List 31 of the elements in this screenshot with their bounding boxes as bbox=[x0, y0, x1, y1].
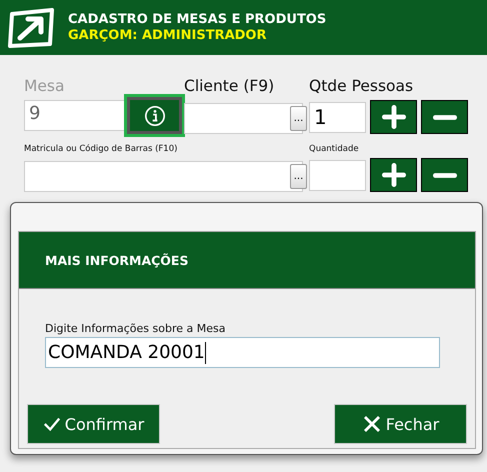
field-label: Cliente (F9) bbox=[184, 77, 276, 97]
minus-icon bbox=[432, 172, 456, 178]
plus-button[interactable] bbox=[370, 100, 417, 134]
minus-button[interactable] bbox=[421, 158, 468, 192]
plus-icon bbox=[382, 105, 406, 129]
confirm-button[interactable]: Confirmar bbox=[27, 404, 160, 444]
page-title: CADASTRO DE MESAS E PRODUTOS bbox=[68, 12, 326, 27]
input-field[interactable]: 1 bbox=[309, 102, 366, 132]
field-label: Quantidade bbox=[309, 143, 360, 156]
close-button[interactable]: Fechar bbox=[334, 404, 467, 444]
browse-button[interactable]: ... bbox=[290, 106, 307, 131]
minus-button[interactable] bbox=[421, 100, 468, 134]
input-field[interactable] bbox=[309, 160, 366, 190]
minus-icon bbox=[432, 114, 456, 120]
browse-button[interactable]: ... bbox=[290, 164, 307, 189]
input-field[interactable] bbox=[184, 103, 303, 134]
plus-button[interactable] bbox=[370, 158, 417, 192]
field-label: Matricula ou Código de Barras (F10) bbox=[24, 143, 178, 156]
input-field[interactable]: COMANDA 20001 bbox=[45, 337, 440, 368]
field-label: Mesa bbox=[24, 77, 66, 97]
close-icon bbox=[362, 414, 382, 434]
info-icon bbox=[144, 104, 166, 126]
input-field[interactable] bbox=[24, 161, 303, 192]
waiter-name: GARÇOM: ADMINISTRADOR bbox=[68, 28, 268, 43]
arrow-logo-icon bbox=[8, 8, 56, 48]
check-icon bbox=[42, 415, 61, 433]
field-label: Qtde Pessoas bbox=[309, 77, 414, 97]
info-button[interactable] bbox=[127, 97, 182, 134]
plus-icon bbox=[382, 163, 406, 187]
field-label: Digite Informações sobre a Mesa bbox=[45, 322, 226, 335]
dialog-title: MAIS INFORMAÇÕES bbox=[45, 252, 188, 268]
